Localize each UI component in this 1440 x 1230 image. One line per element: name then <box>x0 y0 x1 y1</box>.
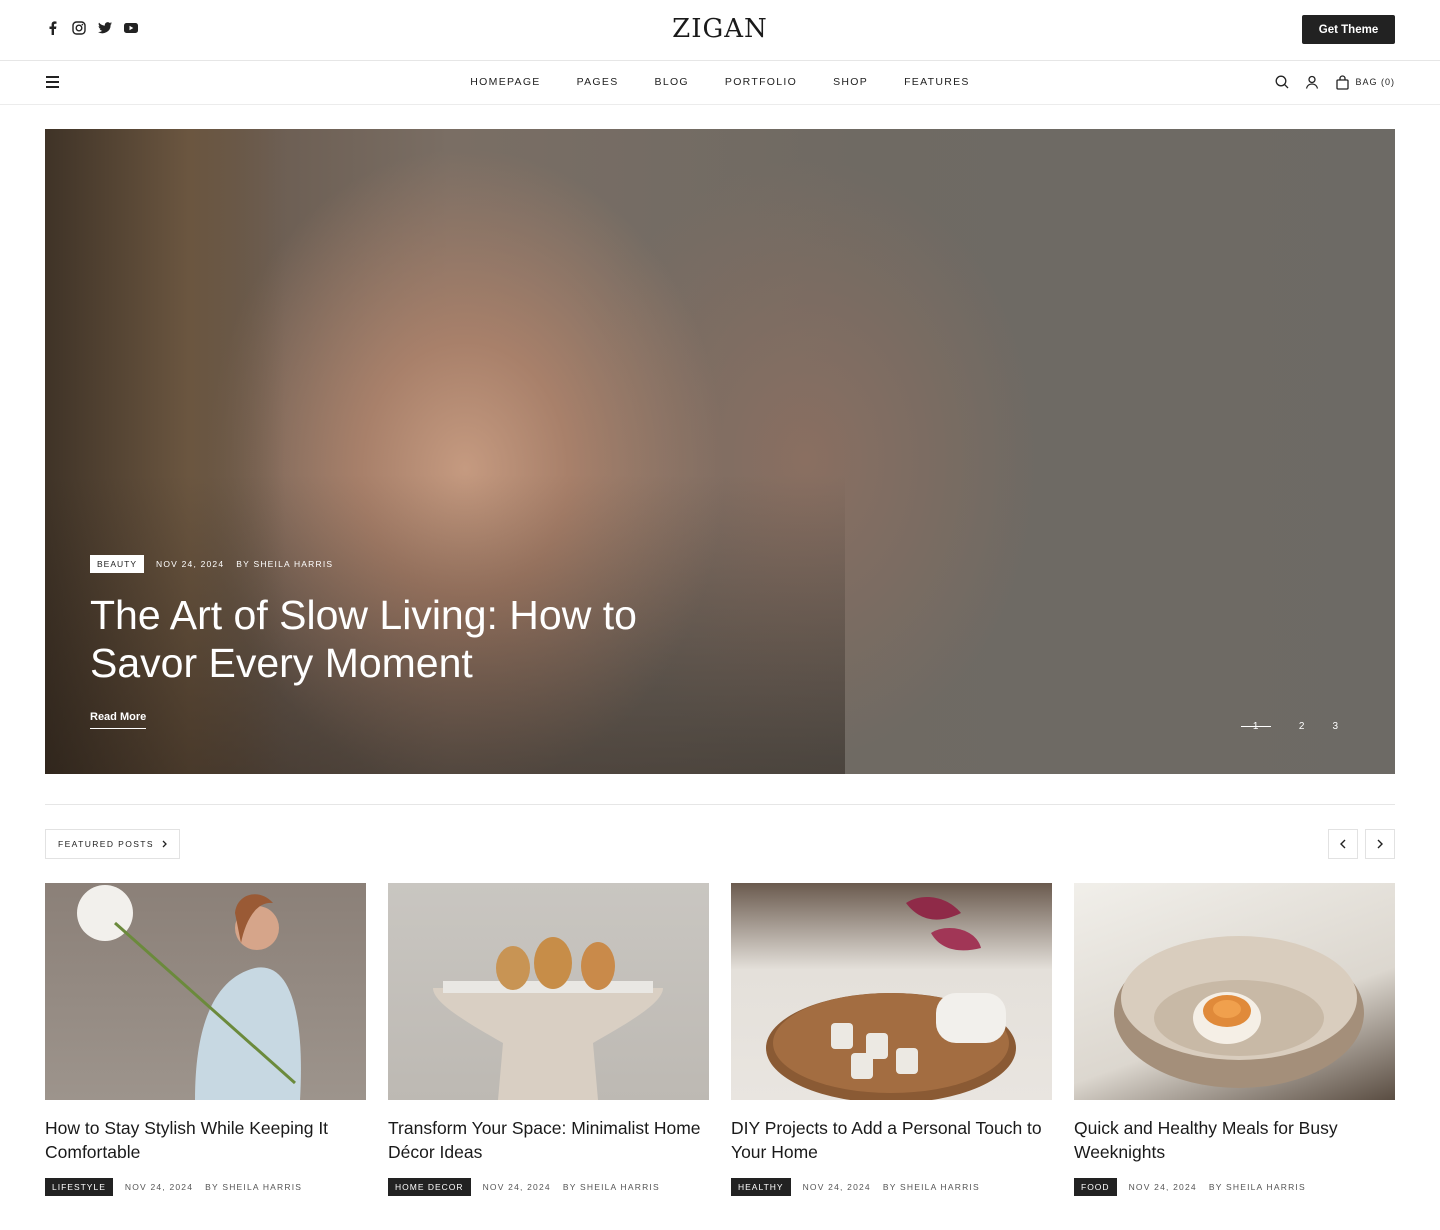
post-thumbnail[interactable] <box>731 883 1052 1100</box>
chevron-left-icon <box>1340 839 1346 849</box>
previous-button[interactable] <box>1328 829 1358 859</box>
featured-posts-list: How to Stay Stylish While Keeping It Com… <box>45 883 1395 1196</box>
post-title[interactable]: How to Stay Stylish While Keeping It Com… <box>45 1116 366 1164</box>
section-divider <box>45 804 1395 805</box>
post-card: How to Stay Stylish While Keeping It Com… <box>45 883 366 1196</box>
search-icon[interactable] <box>1274 74 1290 90</box>
post-card: DIY Projects to Add a Personal Touch to … <box>731 883 1052 1196</box>
featured-posts-button[interactable]: FEATURED POSTS <box>45 829 180 859</box>
post-card: Transform Your Space: Minimalist Home Dé… <box>388 883 709 1196</box>
nav-actions: BAG (0) <box>1274 74 1395 90</box>
read-more-link[interactable]: Read More <box>90 711 147 729</box>
post-card: Quick and Healthy Meals for Busy Weeknig… <box>1074 883 1395 1196</box>
post-meta: FOOD NOV 24, 2024 BY SHEILA HARRIS <box>1074 1178 1395 1196</box>
carousel-arrows <box>1328 829 1395 859</box>
featured-posts-label: FEATURED POSTS <box>58 839 154 849</box>
post-author[interactable]: BY SHEILA HARRIS <box>883 1182 980 1192</box>
next-button[interactable] <box>1365 829 1395 859</box>
hero-post-meta: BEAUTY NOV 24, 2024 BY SHEILA HARRIS <box>90 555 333 573</box>
top-bar: ZIGAN Get Theme <box>0 0 1440 61</box>
post-author[interactable]: BY SHEILA HARRIS <box>563 1182 660 1192</box>
post-date: NOV 24, 2024 <box>482 1182 551 1192</box>
nav-item-blog[interactable]: BLOG <box>655 76 689 88</box>
post-date: NOV 24, 2024 <box>124 1182 194 1192</box>
post-meta: HOME DECOR NOV 24, 2024 BY SHEILA HARRIS <box>388 1178 709 1196</box>
hero-title[interactable]: The Art of Slow Living: How to Savor Eve… <box>90 591 650 687</box>
post-thumbnail[interactable] <box>388 883 709 1100</box>
chevron-right-icon <box>1377 839 1383 849</box>
chevron-right-icon <box>162 840 167 848</box>
bag-count[interactable]: BAG (0) <box>1355 77 1395 87</box>
nav-item-homepage[interactable]: HOMEPAGE <box>470 76 540 88</box>
post-meta: LIFESTYLE NOV 24, 2024 BY SHEILA HARRIS <box>45 1178 366 1196</box>
slide-dot-3[interactable]: 3 <box>1332 721 1338 732</box>
nav-item-portfolio[interactable]: PORTFOLIO <box>725 76 797 88</box>
slide-dot-2[interactable]: 2 <box>1299 721 1305 732</box>
post-date: NOV 24, 2024 <box>1128 1182 1197 1192</box>
main-navigation: HOMEPAGE PAGES BLOG PORTFOLIO SHOP FEATU… <box>0 61 1440 105</box>
site-logo[interactable]: ZIGAN <box>0 14 1440 44</box>
category-badge[interactable]: HEALTHY <box>731 1178 791 1196</box>
primary-menu: HOMEPAGE PAGES BLOG PORTFOLIO SHOP FEATU… <box>0 76 1440 88</box>
account-icon[interactable] <box>1304 74 1320 90</box>
post-title[interactable]: DIY Projects to Add a Personal Touch to … <box>731 1116 1052 1164</box>
post-date: NOV 24, 2024 <box>802 1182 871 1192</box>
category-badge[interactable]: FOOD <box>1074 1178 1117 1196</box>
nav-item-shop[interactable]: SHOP <box>833 76 868 88</box>
category-badge[interactable]: BEAUTY <box>90 555 145 573</box>
category-badge[interactable]: HOME DECOR <box>388 1178 471 1196</box>
post-meta: HEALTHY NOV 24, 2024 BY SHEILA HARRIS <box>731 1178 1052 1196</box>
slider-pagination: 1 2 3 <box>1240 721 1338 732</box>
post-date: NOV 24, 2024 <box>156 559 225 569</box>
post-author[interactable]: BY SHEILA HARRIS <box>205 1182 302 1192</box>
post-title[interactable]: Quick and Healthy Meals for Busy Weeknig… <box>1074 1116 1395 1164</box>
slide-dot-1[interactable]: 1 <box>1240 721 1271 732</box>
post-author[interactable]: BY SHEILA HARRIS <box>236 559 333 569</box>
post-thumbnail[interactable] <box>1074 883 1395 1100</box>
get-theme-button[interactable]: Get Theme <box>1302 15 1395 44</box>
nav-item-features[interactable]: FEATURES <box>904 76 970 88</box>
nav-item-pages[interactable]: PAGES <box>577 76 619 88</box>
hero-slider: BEAUTY NOV 24, 2024 BY SHEILA HARRIS The… <box>45 129 1395 774</box>
shopping-bag-icon[interactable] <box>1334 74 1350 90</box>
post-thumbnail[interactable] <box>45 883 366 1100</box>
category-badge[interactable]: LIFESTYLE <box>45 1178 113 1196</box>
post-author[interactable]: BY SHEILA HARRIS <box>1209 1182 1306 1192</box>
post-title[interactable]: Transform Your Space: Minimalist Home Dé… <box>388 1116 709 1164</box>
